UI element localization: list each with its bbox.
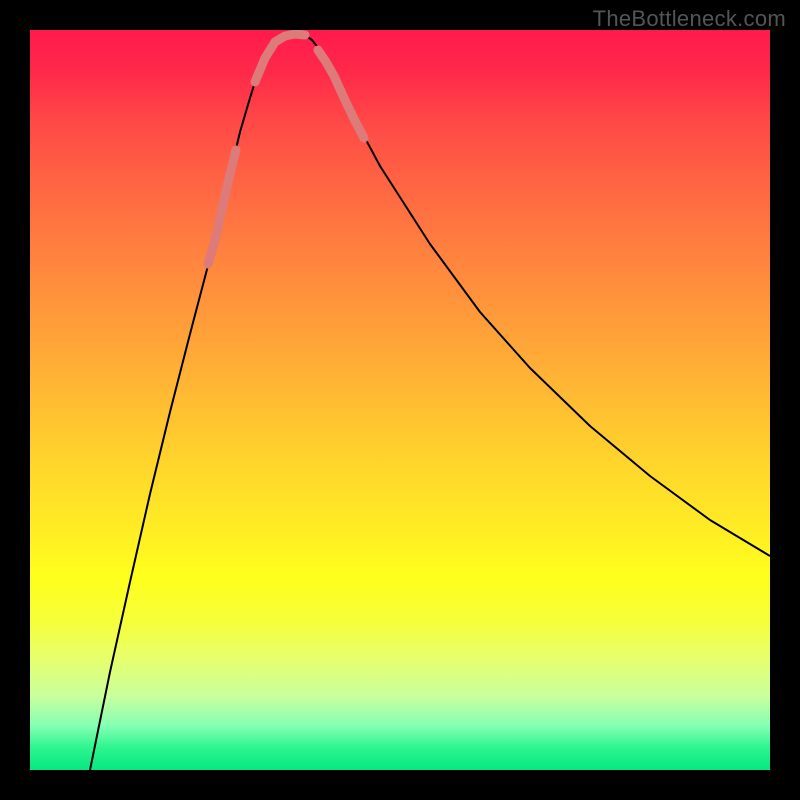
curve-svg [30,30,770,770]
plot-area [30,30,770,770]
bottleneck-curve [90,34,770,770]
pink-segment-right [318,50,364,138]
pink-segment-bottom [255,34,305,82]
pink-segment-left [208,150,236,264]
bottleneck-curve [90,34,770,770]
watermark-text: TheBottleneck.com [593,6,786,32]
chart-frame: TheBottleneck.com [0,0,800,800]
marker-layer [208,34,364,264]
